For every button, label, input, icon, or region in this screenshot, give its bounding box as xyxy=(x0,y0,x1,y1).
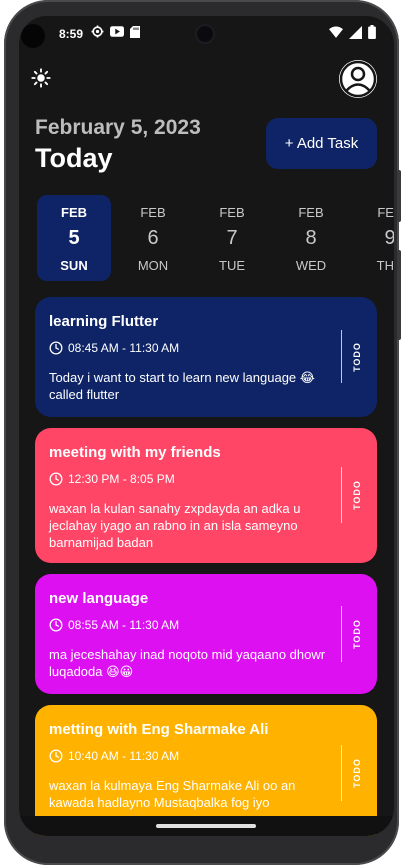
clock-icon xyxy=(49,618,63,632)
task-note: waxan la kulan sanahy zxpdayda an adka u… xyxy=(49,501,301,550)
date-month: FEB xyxy=(140,205,166,220)
today-heading: Today xyxy=(35,143,113,173)
date-cell-wed-8[interactable]: FEB 8 WED xyxy=(274,195,348,281)
home-indicator[interactable] xyxy=(156,824,256,828)
task-status: TODO xyxy=(345,745,369,801)
date-weekday: TUE xyxy=(219,258,245,273)
task-note: Today i want to start to learn new langu… xyxy=(49,370,315,402)
camera-hole xyxy=(21,24,45,48)
task-time-text: 12:30 PM - 8:05 PM xyxy=(68,472,175,486)
date-cell-thu-9[interactable]: FEB 9 THU xyxy=(353,195,394,281)
date-month: FEB xyxy=(61,205,87,220)
app-screen: 8:59 February 5, 2023 Today + Add Task F… xyxy=(19,16,394,836)
task-title: learning Flutter xyxy=(49,313,159,330)
date-month: FEB xyxy=(298,205,324,220)
task-divider xyxy=(341,606,342,662)
task-time: 12:30 PM - 8:05 PM xyxy=(49,472,175,486)
task-divider xyxy=(341,330,342,383)
task-note: ma jeceshahay inad noqoto mid yaqaano dh… xyxy=(49,647,326,679)
date-day: 8 xyxy=(305,227,317,249)
battery-icon xyxy=(368,25,376,39)
clock-icon xyxy=(49,749,63,763)
status-time: 8:59 xyxy=(59,27,84,41)
task-time: 10:40 AM - 11:30 AM xyxy=(49,749,179,763)
volume-button xyxy=(397,250,401,340)
date-cell-sun-5[interactable]: FEB 5 SUN xyxy=(37,195,111,281)
phone-frame: 8:59 February 5, 2023 Today + Add Task F… xyxy=(4,0,401,865)
task-status: TODO xyxy=(345,606,369,662)
clock-icon xyxy=(49,472,63,486)
sun-icon[interactable] xyxy=(31,68,51,88)
profile-avatar-icon[interactable] xyxy=(339,60,377,98)
task-status-text: TODO xyxy=(352,619,362,649)
task-time-text: 08:45 AM - 11:30 AM xyxy=(68,341,180,355)
task-time: 08:45 AM - 11:30 AM xyxy=(49,341,179,355)
task-time: 08:55 AM - 11:30 AM xyxy=(49,618,179,632)
signal-icon xyxy=(349,25,362,39)
date-cell-tue-7[interactable]: FEB 7 TUE xyxy=(195,195,269,281)
task-title: meeting with my friends xyxy=(49,444,221,461)
status-icons-left xyxy=(91,25,140,38)
sd-card-icon xyxy=(130,25,140,38)
task-divider xyxy=(341,467,342,523)
task-time-text: 10:40 AM - 11:30 AM xyxy=(68,749,180,763)
date-weekday: THU xyxy=(376,258,394,273)
add-task-button[interactable]: + Add Task xyxy=(266,118,377,169)
date-weekday: SUN xyxy=(60,258,88,273)
status-icons-right xyxy=(329,25,376,39)
task-card[interactable]: new language 08:55 AM - 11:30 AM ma jece… xyxy=(35,574,377,694)
date-day: 9 xyxy=(384,227,394,249)
date-cell-mon-6[interactable]: FEB 6 MON xyxy=(116,195,190,281)
date-weekday: WED xyxy=(295,258,327,273)
date-month: FEB xyxy=(219,205,245,220)
task-status-text: TODO xyxy=(352,758,362,788)
task-status: TODO xyxy=(345,330,369,383)
task-time-text: 08:55 AM - 11:30 AM xyxy=(68,618,180,632)
clock-icon xyxy=(49,341,63,355)
settings-gear-icon xyxy=(91,25,104,38)
wifi-icon xyxy=(329,26,343,38)
date-picker-strip[interactable]: FEB 5 SUN FEB 6 MON FEB 7 TUE FEB 8 WED … xyxy=(37,195,394,281)
task-status: TODO xyxy=(345,467,369,523)
status-bar: 8:59 xyxy=(19,16,394,52)
front-camera xyxy=(197,26,213,42)
power-button xyxy=(397,170,401,222)
task-status-text: TODO xyxy=(352,341,362,372)
task-card[interactable]: meeting with my friends 12:30 PM - 8:05 … xyxy=(35,428,377,563)
current-date-label: February 5, 2023 xyxy=(35,116,201,139)
task-note: waxan la kulmaya Eng Sharmake Ali oo an … xyxy=(49,778,296,810)
date-weekday: MON xyxy=(137,258,169,273)
date-day: 7 xyxy=(226,227,238,249)
date-day: 6 xyxy=(147,227,159,249)
youtube-icon xyxy=(110,26,124,37)
task-card[interactable]: learning Flutter 08:45 AM - 11:30 AM Tod… xyxy=(35,297,377,417)
task-divider xyxy=(341,745,342,801)
date-day: 5 xyxy=(68,227,80,249)
task-status-text: TODO xyxy=(352,480,362,510)
task-title: new language xyxy=(49,590,149,607)
task-title: metting with Eng Sharmake Ali xyxy=(49,721,269,738)
date-month: FEB xyxy=(377,205,394,220)
